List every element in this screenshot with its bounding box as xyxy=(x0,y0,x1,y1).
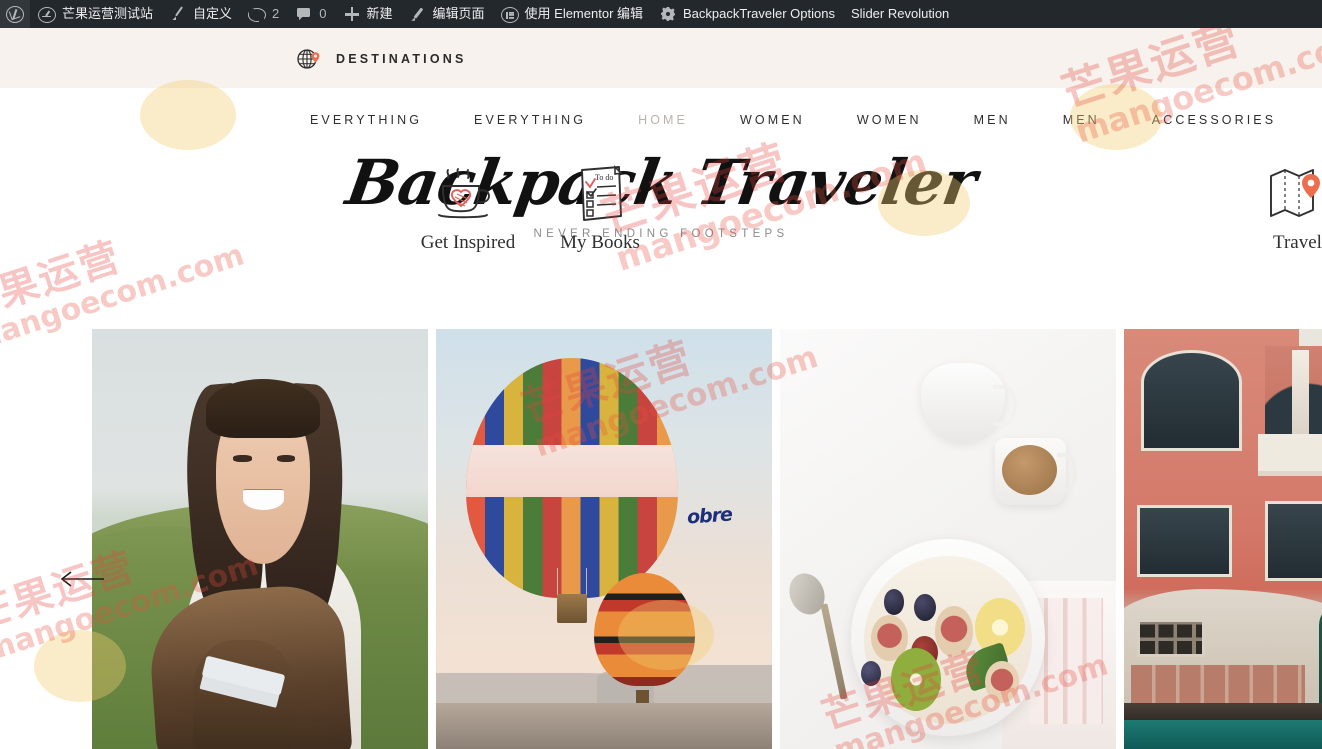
nav-item-women-1[interactable]: WOMEN xyxy=(740,113,805,127)
main-navigation: EVERYTHING EVERYTHING HOME WOMEN WOMEN M… xyxy=(0,104,1322,136)
pencil-icon xyxy=(409,5,427,23)
nav-item-everything-1[interactable]: EVERYTHING xyxy=(310,113,422,127)
coffee-cup-heart-icon xyxy=(403,164,533,226)
nav-item-home[interactable]: HOME xyxy=(638,113,688,127)
folded-map-pin-icon xyxy=(1255,164,1322,226)
page-root: 芒果运营测试站 自定义 2 0 新建 编辑页面 使用 Elementor 编辑 xyxy=(0,0,1322,749)
adminbar-comments-count: 0 xyxy=(319,6,327,21)
dashboard-icon xyxy=(38,6,56,23)
slide-image-venice-facade xyxy=(1124,329,1322,749)
slide-image-breakfast-bowl xyxy=(780,329,1116,749)
image-carousel: obre xyxy=(0,329,1322,749)
adminbar-item-new[interactable]: 新建 xyxy=(335,0,401,28)
brush-icon xyxy=(169,5,187,23)
adminbar-item-wp-logo[interactable] xyxy=(0,0,30,28)
adminbar-updates-count: 2 xyxy=(272,6,280,21)
nav-item-accessories-1[interactable]: ACCESSORIES xyxy=(1152,113,1276,127)
nav-item-men-1[interactable]: MEN xyxy=(974,113,1011,127)
todo-list-icon: To do xyxy=(535,164,665,226)
adminbar-item-site-name[interactable]: 芒果运营测试站 xyxy=(30,0,161,28)
update-icon xyxy=(248,8,267,23)
svg-text:To do: To do xyxy=(595,173,613,182)
carousel-slide-venice-facade[interactable] xyxy=(1124,329,1322,749)
feature-label-travel: Travel xyxy=(1273,232,1322,253)
wordpress-icon xyxy=(6,5,24,23)
adminbar-item-slider-revolution[interactable]: Slider Revolution xyxy=(843,0,957,28)
adminbar-edit-page-label: 编辑页面 xyxy=(432,6,485,21)
plus-icon xyxy=(343,5,361,23)
feature-label-get-inspired: Get Inspired xyxy=(420,232,516,253)
nav-item-men-2[interactable]: MEN xyxy=(1063,113,1100,127)
adminbar-item-customize[interactable]: 自定义 xyxy=(161,0,240,28)
adminbar-item-edit-elementor[interactable]: 使用 Elementor 编辑 xyxy=(493,0,651,28)
slide-image-hot-air-balloon: obre xyxy=(436,329,772,749)
adminbar-customize-label: 自定义 xyxy=(193,6,233,21)
gear-icon xyxy=(659,5,677,23)
nav-item-women-2[interactable]: WOMEN xyxy=(857,113,922,127)
carousel-slide-woman-donkey[interactable] xyxy=(92,329,428,749)
nav-item-everything-2[interactable]: EVERYTHING xyxy=(474,113,586,127)
adminbar-new-label: 新建 xyxy=(366,6,393,21)
carousel-slide-hot-air-balloon[interactable]: obre xyxy=(436,329,772,749)
globe-pin-icon xyxy=(296,46,322,72)
feature-my-books[interactable]: To do My Books xyxy=(535,164,665,254)
destinations-link[interactable]: DESTINATIONS xyxy=(296,46,467,72)
site-topbar xyxy=(0,28,1322,88)
brand-row: Backpack Traveler NEVER ENDING FOOTSTEPS xyxy=(0,146,1322,277)
feature-label-my-books: My Books xyxy=(560,232,640,253)
feature-get-inspired[interactable]: Get Inspired xyxy=(403,164,533,254)
elementor-icon xyxy=(500,6,519,23)
feature-travel[interactable]: Travel xyxy=(1255,164,1322,254)
adminbar-slider-revolution-label: Slider Revolution xyxy=(851,6,950,21)
adminbar-item-comments[interactable]: 0 xyxy=(287,0,334,28)
carousel-slide-breakfast-bowl[interactable] xyxy=(780,329,1116,749)
adminbar-item-edit-page[interactable]: 编辑页面 xyxy=(401,0,493,28)
balloon-logo-text: obre xyxy=(686,503,733,529)
adminbar-edit-elementor-label: 使用 Elementor 编辑 xyxy=(524,6,644,21)
adminbar-site-name-label: 芒果运营测试站 xyxy=(62,6,154,21)
destinations-label: DESTINATIONS xyxy=(336,52,467,66)
carousel-prev-arrow-left-icon[interactable] xyxy=(58,568,106,590)
adminbar-item-bp-options[interactable]: BackpackTraveler Options xyxy=(651,0,843,28)
adminbar-item-updates[interactable]: 2 xyxy=(240,0,287,28)
wp-admin-bar: 芒果运营测试站 自定义 2 0 新建 编辑页面 使用 Elementor 编辑 xyxy=(0,0,1322,28)
slide-image-woman-donkey xyxy=(92,329,428,749)
comment-icon xyxy=(295,5,313,23)
adminbar-bp-options-label: BackpackTraveler Options xyxy=(683,6,835,21)
